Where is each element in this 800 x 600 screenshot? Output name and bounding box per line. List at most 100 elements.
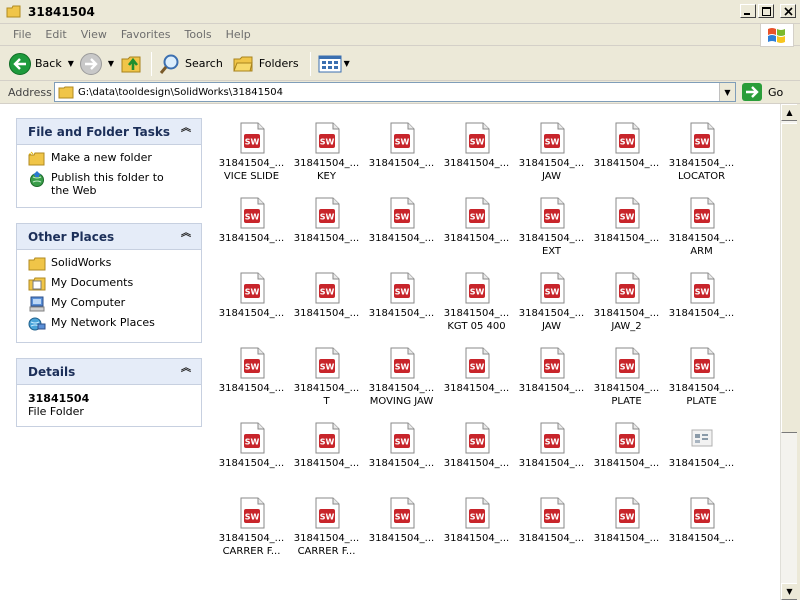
file-item[interactable]: SW 31841504_... LOCATOR — [664, 118, 739, 193]
scroll-thumb[interactable] — [781, 123, 798, 433]
task-publish-to-web[interactable]: Publish this folder to the Web — [28, 171, 201, 197]
scroll-up-button[interactable]: ▲ — [781, 104, 798, 121]
go-arrow-icon — [746, 86, 759, 98]
maximize-button[interactable] — [758, 4, 774, 18]
address-dropdown-button[interactable]: ▼ — [719, 83, 735, 101]
file-item[interactable]: SW 31841504_... PLATE — [664, 343, 739, 418]
forward-button[interactable]: ▼ — [77, 50, 117, 78]
menu-file[interactable]: File — [6, 28, 38, 41]
back-button[interactable]: Back ▼ — [6, 50, 77, 78]
file-item[interactable]: SW31841504_...VICE SLIDE — [214, 118, 289, 193]
file-name-line1: 31841504_... — [368, 158, 435, 169]
file-item[interactable]: SW31841504_... — [289, 104, 364, 118]
svg-text:SW: SW — [245, 213, 260, 222]
file-item[interactable]: SW31841504_... — [514, 343, 589, 418]
file-item[interactable]: SW 31841504_... T — [289, 343, 364, 418]
file-name-line1: 31841504_... — [668, 533, 735, 544]
chevron-down-icon[interactable]: ▼ — [68, 59, 74, 68]
file-item[interactable]: SW31841504_...VICE SLIDE — [439, 104, 514, 118]
file-item[interactable]: SW 31841504_... EXT — [514, 193, 589, 268]
search-button[interactable]: Search — [156, 50, 226, 78]
chevron-down-icon[interactable]: ▼ — [344, 59, 350, 68]
file-item[interactable]: SW31841504_... — [589, 418, 664, 493]
file-item[interactable]: SW 31841504_... JAW — [514, 118, 589, 193]
file-name: 31841504_... — [364, 457, 439, 470]
file-item[interactable]: SW31841504_... — [214, 343, 289, 418]
file-item[interactable]: SW31841504_... — [364, 193, 439, 268]
collapse-chevron-icon[interactable]: ︽ — [181, 364, 191, 374]
file-item[interactable]: SW31841504_... — [439, 193, 514, 268]
file-item[interactable]: SW 31841504_... JAW — [514, 268, 589, 343]
file-item[interactable]: SW 31841504_... CARRER F... — [214, 493, 289, 568]
chevron-down-icon[interactable]: ▼ — [108, 59, 114, 68]
file-item[interactable]: SW31841504_...SLIDING T — [514, 104, 589, 118]
file-item[interactable]: SW31841504_...VICE BODY — [664, 104, 739, 118]
file-item[interactable]: SW 31841504_... KGT 05 400 — [439, 268, 514, 343]
menu-edit[interactable]: Edit — [38, 28, 73, 41]
file-item[interactable]: SW31841504_... — [664, 268, 739, 343]
panel-header[interactable]: Details ︽ — [17, 359, 201, 385]
solidworks-file-icon: SW — [390, 422, 415, 454]
menu-help[interactable]: Help — [219, 28, 258, 41]
panel-header[interactable]: File and Folder Tasks ︽ — [17, 119, 201, 145]
file-item[interactable]: SW31841504_...SOCKET — [589, 104, 664, 118]
file-item[interactable]: SW31841504_... — [364, 118, 439, 193]
place-my-documents[interactable]: My Documents — [28, 276, 201, 292]
file-item[interactable]: SW31841504_... — [214, 104, 289, 118]
collapse-chevron-icon[interactable]: ︽ — [181, 229, 191, 239]
file-item[interactable]: SW 31841504_... KEY — [289, 118, 364, 193]
address-bar: Address G:\data\tooldesign\SolidWorks\31… — [0, 81, 800, 104]
file-item[interactable]: SW31841504_... — [214, 193, 289, 268]
file-item[interactable]: SW31841504_... — [439, 493, 514, 568]
menu-tools[interactable]: Tools — [178, 28, 219, 41]
file-item[interactable]: SW31841504_... — [514, 493, 589, 568]
folders-button[interactable]: Folders — [230, 50, 302, 78]
file-item[interactable]: SW31841504_... — [664, 493, 739, 568]
vertical-scrollbar[interactable]: ▲ ▼ — [780, 104, 798, 600]
file-item[interactable]: SW31841504_... — [439, 118, 514, 193]
address-input[interactable]: G:\data\tooldesign\SolidWorks\31841504 ▼ — [54, 82, 736, 102]
minimize-button[interactable] — [740, 4, 756, 18]
file-item[interactable]: SW31841504_... — [439, 343, 514, 418]
place-my-computer[interactable]: My Computer — [28, 296, 201, 312]
file-item[interactable]: SW31841504_... — [364, 493, 439, 568]
views-button[interactable]: ▼ — [315, 50, 353, 78]
place-my-network-places[interactable]: My Network Places — [28, 316, 201, 332]
place-solidworks[interactable]: SolidWorks — [28, 256, 201, 272]
file-item[interactable]: SW31841504_... — [514, 418, 589, 493]
file-name: 31841504_... — [439, 232, 514, 245]
menu-favorites[interactable]: Favorites — [114, 28, 178, 41]
search-icon — [159, 54, 179, 74]
close-button[interactable] — [780, 4, 796, 18]
scroll-down-button[interactable]: ▼ — [781, 583, 798, 600]
panel-header[interactable]: Other Places ︽ — [17, 224, 201, 250]
file-item[interactable]: SW31841504_... — [289, 268, 364, 343]
file-item[interactable]: SW31841504_... — [589, 493, 664, 568]
panel-title: File and Folder Tasks — [28, 124, 171, 139]
file-item[interactable]: 31841504_... — [664, 418, 739, 493]
svg-text:SW: SW — [470, 438, 485, 447]
panel-title: Details — [28, 364, 76, 379]
file-item[interactable]: SW31841504_... — [364, 268, 439, 343]
file-item[interactable]: SW 31841504_... MOVING JAW — [364, 343, 439, 418]
menu-view[interactable]: View — [74, 28, 114, 41]
file-item[interactable]: SW31841504_... — [439, 418, 514, 493]
file-item[interactable]: SW31841504_... — [589, 193, 664, 268]
file-item[interactable]: SW 31841504_... CARRER F... — [289, 493, 364, 568]
file-item[interactable]: SW31841504_... — [214, 418, 289, 493]
svg-text:SW: SW — [545, 288, 560, 297]
file-item[interactable]: SW 31841504_... ARM — [664, 193, 739, 268]
file-item[interactable]: SW 31841504_... — [364, 418, 439, 493]
go-button[interactable]: Go — [742, 83, 783, 101]
task-make-new-folder[interactable]: Make a new folder — [28, 151, 201, 167]
solidworks-file-icon: SW — [615, 197, 640, 229]
file-item[interactable]: SW31841504_...in VICE BODY — [364, 104, 439, 118]
file-item[interactable]: SW31841504_... — [289, 193, 364, 268]
collapse-chevron-icon[interactable]: ︽ — [181, 124, 191, 134]
file-item[interactable]: SW31841504_... — [214, 268, 289, 343]
file-item[interactable]: SW 31841504_... JAW_2 — [589, 268, 664, 343]
file-item[interactable]: SW31841504_... — [589, 118, 664, 193]
file-item[interactable]: SW31841504_... — [289, 418, 364, 493]
file-item[interactable]: SW 31841504_... PLATE — [589, 343, 664, 418]
up-folder-button[interactable] — [117, 50, 147, 78]
